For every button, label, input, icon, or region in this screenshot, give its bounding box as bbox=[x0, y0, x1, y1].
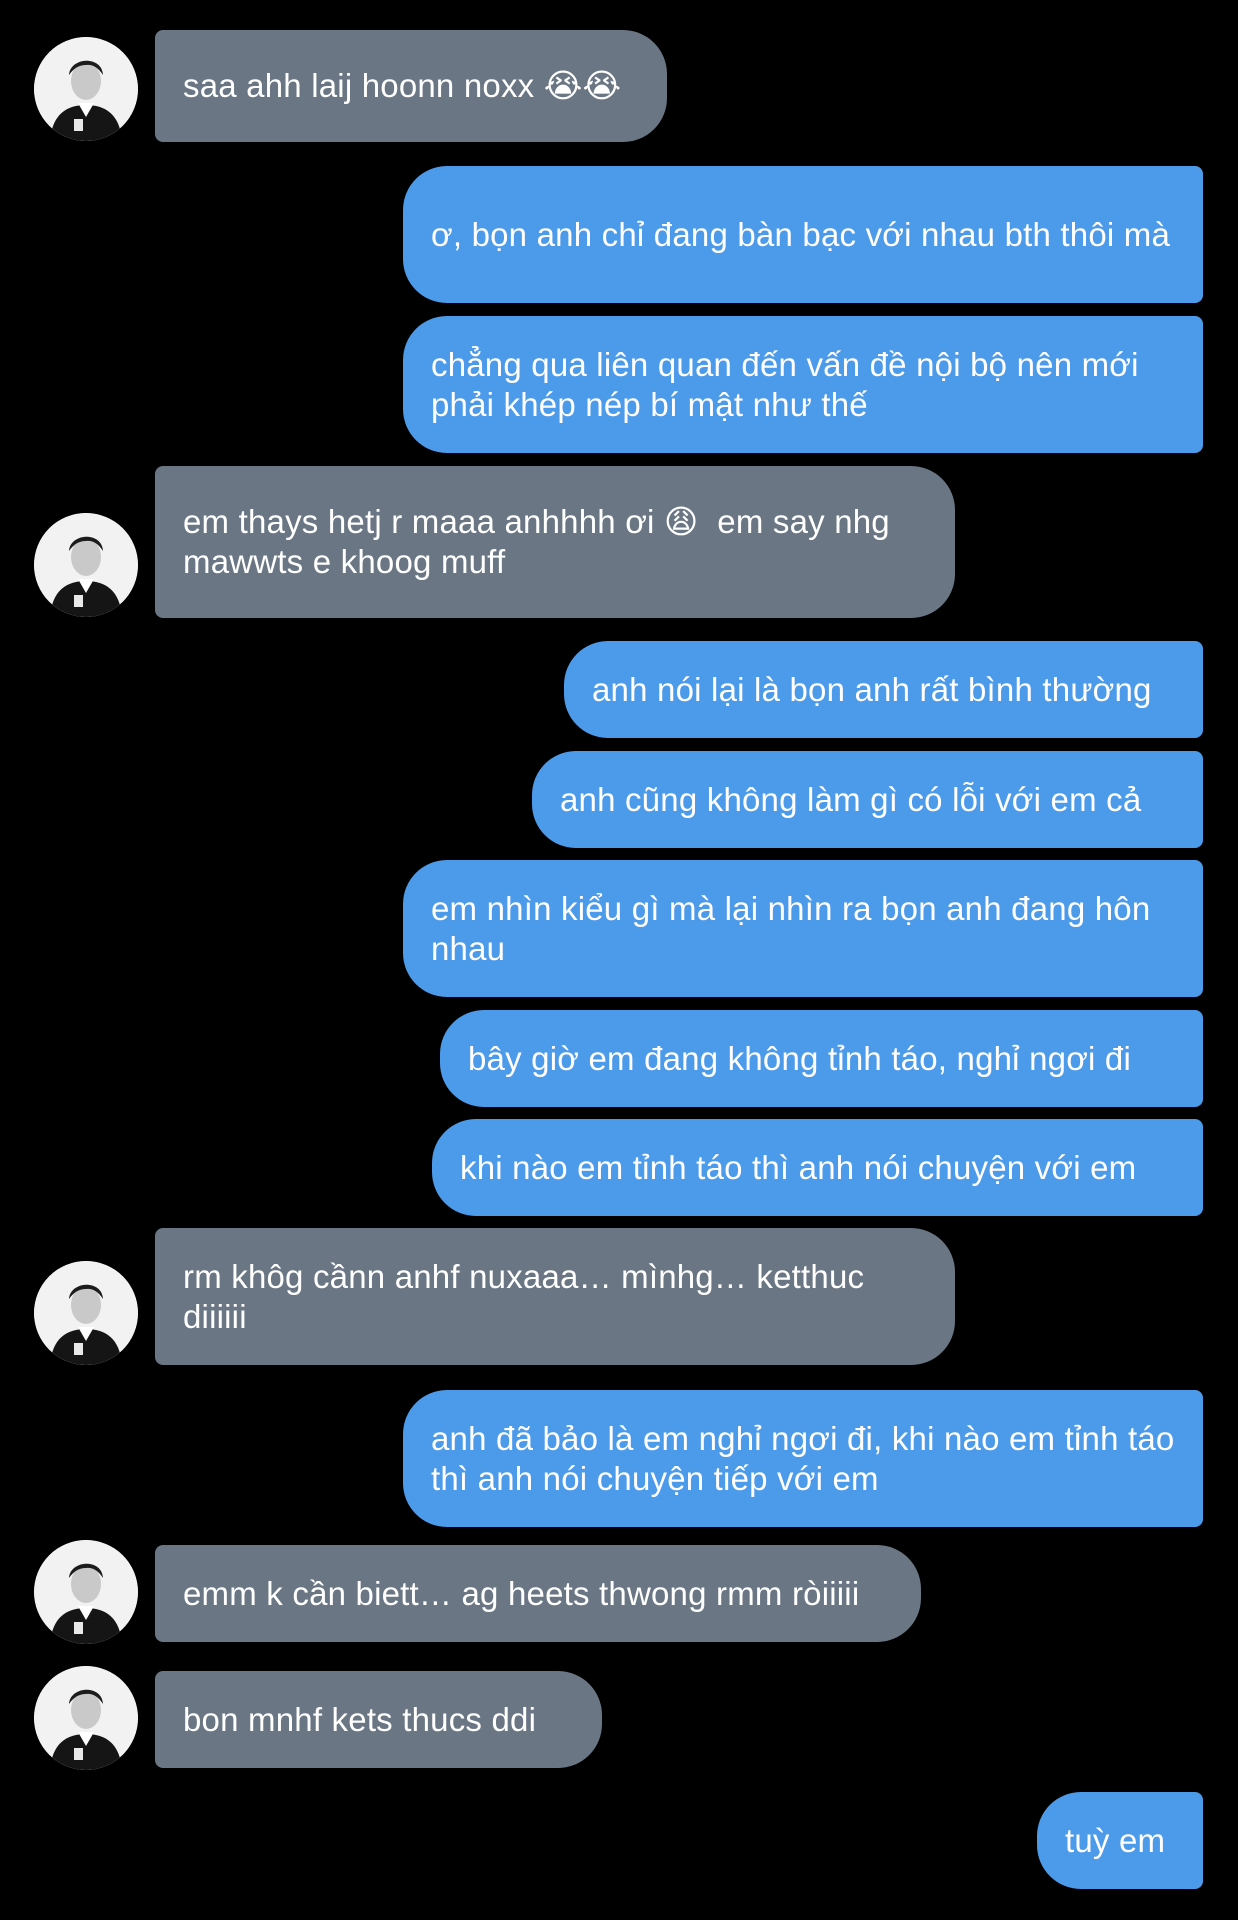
avatar[interactable] bbox=[34, 37, 138, 141]
outgoing-message[interactable]: anh nói lại là bọn anh rất bình thường bbox=[564, 641, 1203, 738]
outgoing-message[interactable]: em nhìn kiểu gì mà lại nhìn ra bọn anh đ… bbox=[403, 860, 1203, 997]
avatar[interactable] bbox=[34, 1261, 138, 1365]
incoming-message[interactable]: emm k cần biett… ag heets thwong rmm ròi… bbox=[155, 1545, 921, 1642]
outgoing-message[interactable]: chẳng qua liên quan đến vấn đề nội bộ nê… bbox=[403, 316, 1203, 453]
avatar[interactable] bbox=[34, 1540, 138, 1644]
outgoing-message[interactable]: ơ, bọn anh chỉ đang bàn bạc với nhau bth… bbox=[403, 166, 1203, 303]
outgoing-message[interactable]: bây giờ em đang không tỉnh táo, nghỉ ngơ… bbox=[440, 1010, 1203, 1107]
incoming-message[interactable]: saa ahh laij hoonn noxx 😭😭 bbox=[155, 30, 667, 142]
incoming-message[interactable]: em thays hetj r maaa anhhhh ơi 😩 em say … bbox=[155, 466, 955, 618]
outgoing-message[interactable]: khi nào em tỉnh táo thì anh nói chuyện v… bbox=[432, 1119, 1203, 1216]
outgoing-message[interactable]: anh đã bảo là em nghỉ ngơi đi, khi nào e… bbox=[403, 1390, 1203, 1527]
avatar[interactable] bbox=[34, 513, 138, 617]
outgoing-message[interactable]: anh cũng không làm gì có lỗi với em cả bbox=[532, 751, 1203, 848]
incoming-message[interactable]: bon mnhf kets thucs ddi bbox=[155, 1671, 602, 1768]
chat-screen: { "contact": { "avatar": "person-avatar"… bbox=[0, 0, 1238, 1920]
outgoing-message[interactable]: tuỳ em bbox=[1037, 1792, 1203, 1889]
avatar[interactable] bbox=[34, 1666, 138, 1770]
incoming-message[interactable]: rm khôg cầnn anhf nuxaaa… mìnhg… ketthuc… bbox=[155, 1228, 955, 1365]
